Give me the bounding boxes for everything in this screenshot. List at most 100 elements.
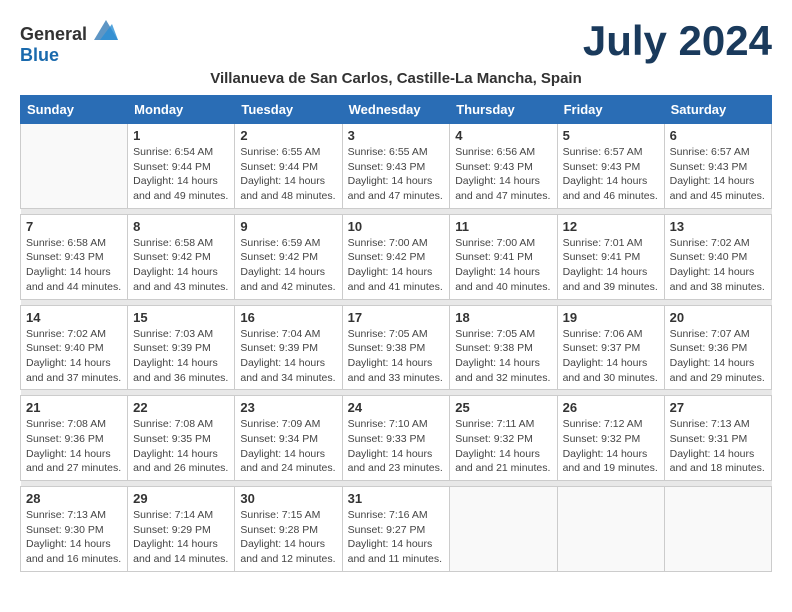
logo: General Blue	[20, 20, 118, 66]
day-number: 21	[26, 400, 122, 415]
calendar-cell: 17 Sunrise: 7:05 AMSunset: 9:38 PMDayligh…	[342, 305, 450, 390]
calendar-cell: 28 Sunrise: 7:13 AMSunset: 9:30 PMDayligh…	[21, 487, 128, 572]
logo-general-text: General	[20, 24, 87, 44]
day-info: Sunrise: 6:58 AMSunset: 9:43 PMDaylight:…	[26, 236, 122, 295]
day-number: 9	[240, 219, 336, 234]
day-info: Sunrise: 6:57 AMSunset: 9:43 PMDaylight:…	[563, 145, 659, 204]
calendar-cell: 15 Sunrise: 7:03 AMSunset: 9:39 PMDayligh…	[128, 305, 235, 390]
day-info: Sunrise: 6:59 AMSunset: 9:42 PMDaylight:…	[240, 236, 336, 295]
day-number: 4	[455, 128, 551, 143]
calendar-cell: 16 Sunrise: 7:04 AMSunset: 9:39 PMDayligh…	[235, 305, 342, 390]
day-info: Sunrise: 6:57 AMSunset: 9:43 PMDaylight:…	[670, 145, 766, 204]
day-info: Sunrise: 6:58 AMSunset: 9:42 PMDaylight:…	[133, 236, 229, 295]
day-info: Sunrise: 6:54 AMSunset: 9:44 PMDaylight:…	[133, 145, 229, 204]
day-number: 22	[133, 400, 229, 415]
day-number: 14	[26, 310, 122, 325]
day-info: Sunrise: 7:05 AMSunset: 9:38 PMDaylight:…	[348, 327, 445, 386]
day-number: 27	[670, 400, 766, 415]
day-number: 20	[670, 310, 766, 325]
logo-icon	[94, 20, 118, 40]
calendar-cell: 9 Sunrise: 6:59 AMSunset: 9:42 PMDaylight…	[235, 214, 342, 299]
day-info: Sunrise: 7:14 AMSunset: 9:29 PMDaylight:…	[133, 508, 229, 567]
day-info: Sunrise: 7:08 AMSunset: 9:36 PMDaylight:…	[26, 417, 122, 476]
calendar-cell: 4 Sunrise: 6:56 AMSunset: 9:43 PMDaylight…	[450, 124, 557, 209]
calendar-cell: 2 Sunrise: 6:55 AMSunset: 9:44 PMDaylight…	[235, 124, 342, 209]
location-title: Villanueva de San Carlos, Castille-La Ma…	[20, 70, 772, 87]
calendar-cell: 30 Sunrise: 7:15 AMSunset: 9:28 PMDayligh…	[235, 487, 342, 572]
day-info: Sunrise: 7:02 AMSunset: 9:40 PMDaylight:…	[670, 236, 766, 295]
day-info: Sunrise: 7:02 AMSunset: 9:40 PMDaylight:…	[26, 327, 122, 386]
day-number: 7	[26, 219, 122, 234]
day-info: Sunrise: 7:12 AMSunset: 9:32 PMDaylight:…	[563, 417, 659, 476]
calendar-cell	[664, 487, 771, 572]
day-number: 17	[348, 310, 445, 325]
day-info: Sunrise: 6:55 AMSunset: 9:44 PMDaylight:…	[240, 145, 336, 204]
day-info: Sunrise: 7:03 AMSunset: 9:39 PMDaylight:…	[133, 327, 229, 386]
day-info: Sunrise: 7:13 AMSunset: 9:31 PMDaylight:…	[670, 417, 766, 476]
day-of-week-header: Sunday	[21, 96, 128, 124]
logo-blue-text: Blue	[20, 45, 59, 65]
day-number: 5	[563, 128, 659, 143]
day-number: 1	[133, 128, 229, 143]
calendar-cell: 18 Sunrise: 7:05 AMSunset: 9:38 PMDayligh…	[450, 305, 557, 390]
day-info: Sunrise: 7:06 AMSunset: 9:37 PMDaylight:…	[563, 327, 659, 386]
calendar-cell: 21 Sunrise: 7:08 AMSunset: 9:36 PMDayligh…	[21, 396, 128, 481]
calendar-cell: 26 Sunrise: 7:12 AMSunset: 9:32 PMDayligh…	[557, 396, 664, 481]
day-number: 31	[348, 491, 445, 506]
calendar-cell: 5 Sunrise: 6:57 AMSunset: 9:43 PMDaylight…	[557, 124, 664, 209]
day-number: 28	[26, 491, 122, 506]
calendar-cell: 27 Sunrise: 7:13 AMSunset: 9:31 PMDayligh…	[664, 396, 771, 481]
day-info: Sunrise: 7:01 AMSunset: 9:41 PMDaylight:…	[563, 236, 659, 295]
calendar-cell: 3 Sunrise: 6:55 AMSunset: 9:43 PMDaylight…	[342, 124, 450, 209]
day-info: Sunrise: 7:05 AMSunset: 9:38 PMDaylight:…	[455, 327, 551, 386]
calendar-cell	[450, 487, 557, 572]
day-info: Sunrise: 6:56 AMSunset: 9:43 PMDaylight:…	[455, 145, 551, 204]
calendar-cell: 1 Sunrise: 6:54 AMSunset: 9:44 PMDaylight…	[128, 124, 235, 209]
calendar-cell	[557, 487, 664, 572]
day-number: 29	[133, 491, 229, 506]
day-number: 18	[455, 310, 551, 325]
day-number: 3	[348, 128, 445, 143]
calendar-cell: 25 Sunrise: 7:11 AMSunset: 9:32 PMDayligh…	[450, 396, 557, 481]
calendar-cell: 24 Sunrise: 7:10 AMSunset: 9:33 PMDayligh…	[342, 396, 450, 481]
day-info: Sunrise: 7:11 AMSunset: 9:32 PMDaylight:…	[455, 417, 551, 476]
day-number: 25	[455, 400, 551, 415]
day-info: Sunrise: 7:13 AMSunset: 9:30 PMDaylight:…	[26, 508, 122, 567]
calendar-cell: 19 Sunrise: 7:06 AMSunset: 9:37 PMDayligh…	[557, 305, 664, 390]
calendar-cell: 8 Sunrise: 6:58 AMSunset: 9:42 PMDaylight…	[128, 214, 235, 299]
day-info: Sunrise: 6:55 AMSunset: 9:43 PMDaylight:…	[348, 145, 445, 204]
day-number: 12	[563, 219, 659, 234]
day-of-week-header: Wednesday	[342, 96, 450, 124]
day-number: 10	[348, 219, 445, 234]
day-number: 11	[455, 219, 551, 234]
day-number: 13	[670, 219, 766, 234]
day-number: 26	[563, 400, 659, 415]
day-number: 23	[240, 400, 336, 415]
calendar-cell: 14 Sunrise: 7:02 AMSunset: 9:40 PMDayligh…	[21, 305, 128, 390]
day-number: 2	[240, 128, 336, 143]
month-title: July 2024	[583, 20, 772, 62]
calendar-cell: 12 Sunrise: 7:01 AMSunset: 9:41 PMDayligh…	[557, 214, 664, 299]
day-info: Sunrise: 7:15 AMSunset: 9:28 PMDaylight:…	[240, 508, 336, 567]
day-of-week-header: Thursday	[450, 96, 557, 124]
day-number: 24	[348, 400, 445, 415]
calendar-cell: 22 Sunrise: 7:08 AMSunset: 9:35 PMDayligh…	[128, 396, 235, 481]
day-info: Sunrise: 7:04 AMSunset: 9:39 PMDaylight:…	[240, 327, 336, 386]
day-of-week-header: Monday	[128, 96, 235, 124]
day-info: Sunrise: 7:10 AMSunset: 9:33 PMDaylight:…	[348, 417, 445, 476]
calendar-cell: 6 Sunrise: 6:57 AMSunset: 9:43 PMDaylight…	[664, 124, 771, 209]
day-info: Sunrise: 7:00 AMSunset: 9:41 PMDaylight:…	[455, 236, 551, 295]
day-number: 15	[133, 310, 229, 325]
day-number: 6	[670, 128, 766, 143]
day-info: Sunrise: 7:00 AMSunset: 9:42 PMDaylight:…	[348, 236, 445, 295]
calendar-cell: 23 Sunrise: 7:09 AMSunset: 9:34 PMDayligh…	[235, 396, 342, 481]
day-number: 19	[563, 310, 659, 325]
calendar-cell: 31 Sunrise: 7:16 AMSunset: 9:27 PMDayligh…	[342, 487, 450, 572]
day-number: 16	[240, 310, 336, 325]
day-number: 8	[133, 219, 229, 234]
day-number: 30	[240, 491, 336, 506]
day-info: Sunrise: 7:16 AMSunset: 9:27 PMDaylight:…	[348, 508, 445, 567]
day-info: Sunrise: 7:08 AMSunset: 9:35 PMDaylight:…	[133, 417, 229, 476]
calendar-table: SundayMondayTuesdayWednesdayThursdayFrid…	[20, 95, 772, 572]
day-info: Sunrise: 7:09 AMSunset: 9:34 PMDaylight:…	[240, 417, 336, 476]
